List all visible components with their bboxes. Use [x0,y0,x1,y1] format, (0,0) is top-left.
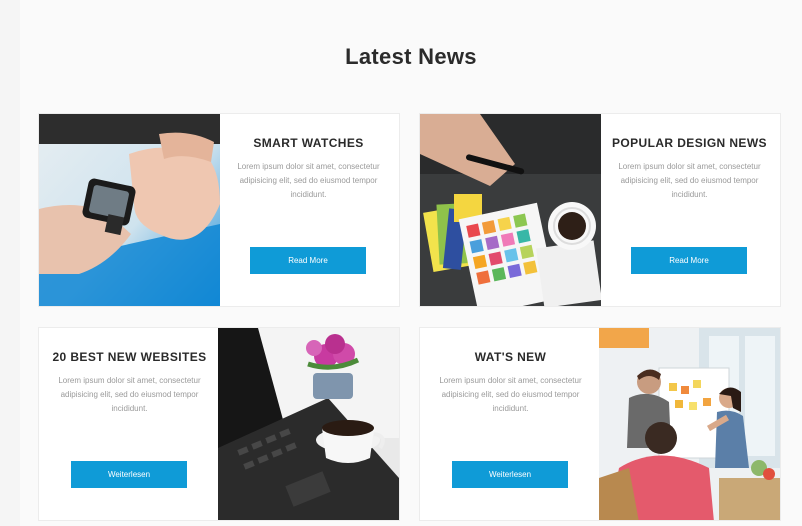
card-title: WAT'S NEW [474,350,547,364]
latest-news-section: Latest News SMART WATCHES Lorem ipsum do… [20,0,802,526]
card-text-block: 20 BEST NEW WEBSITES Lorem ipsum dolor s… [39,328,220,520]
card-text-block: WAT'S NEW Lorem ipsum dolor sit amet, co… [420,328,601,520]
news-card-popular-design-news: POPULAR DESIGN NEWS Lorem ipsum dolor si… [419,113,781,307]
team-meeting-photo-icon[interactable] [599,328,780,520]
weiterlesen-button[interactable]: Weiterlesen [71,461,187,488]
card-excerpt: Lorem ipsum dolor sit amet, consectetur … [237,162,380,199]
news-card-wats-new: WAT'S NEW Lorem ipsum dolor sit amet, co… [419,327,781,521]
news-card-smart-watches: SMART WATCHES Lorem ipsum dolor sit amet… [38,113,400,307]
section-title: Latest News [345,44,477,69]
weiterlesen-button[interactable]: Weiterlesen [452,461,568,488]
left-scroll-rail [0,0,21,526]
card-text-block: POPULAR DESIGN NEWS Lorem ipsum dolor si… [599,114,780,306]
card-title: SMART WATCHES [253,136,364,150]
card-text-block: SMART WATCHES Lorem ipsum dolor sit amet… [218,114,399,306]
news-card-20-best-new-websites: 20 BEST NEW WEBSITES Lorem ipsum dolor s… [38,327,400,521]
card-title: POPULAR DESIGN NEWS [612,136,767,150]
read-more-button[interactable]: Read More [631,247,747,274]
smartwatch-photo-icon[interactable] [39,114,220,306]
card-excerpt: Lorem ipsum dolor sit amet, consectetur … [439,376,582,413]
card-title: 20 BEST NEW WEBSITES [52,350,207,364]
card-excerpt: Lorem ipsum dolor sit amet, consectetur … [58,376,201,413]
card-excerpt: Lorem ipsum dolor sit amet, consectetur … [618,162,761,199]
design-swatches-photo-icon[interactable] [420,114,601,306]
read-more-button[interactable]: Read More [250,247,366,274]
laptop-coffee-photo-icon[interactable] [218,328,399,520]
